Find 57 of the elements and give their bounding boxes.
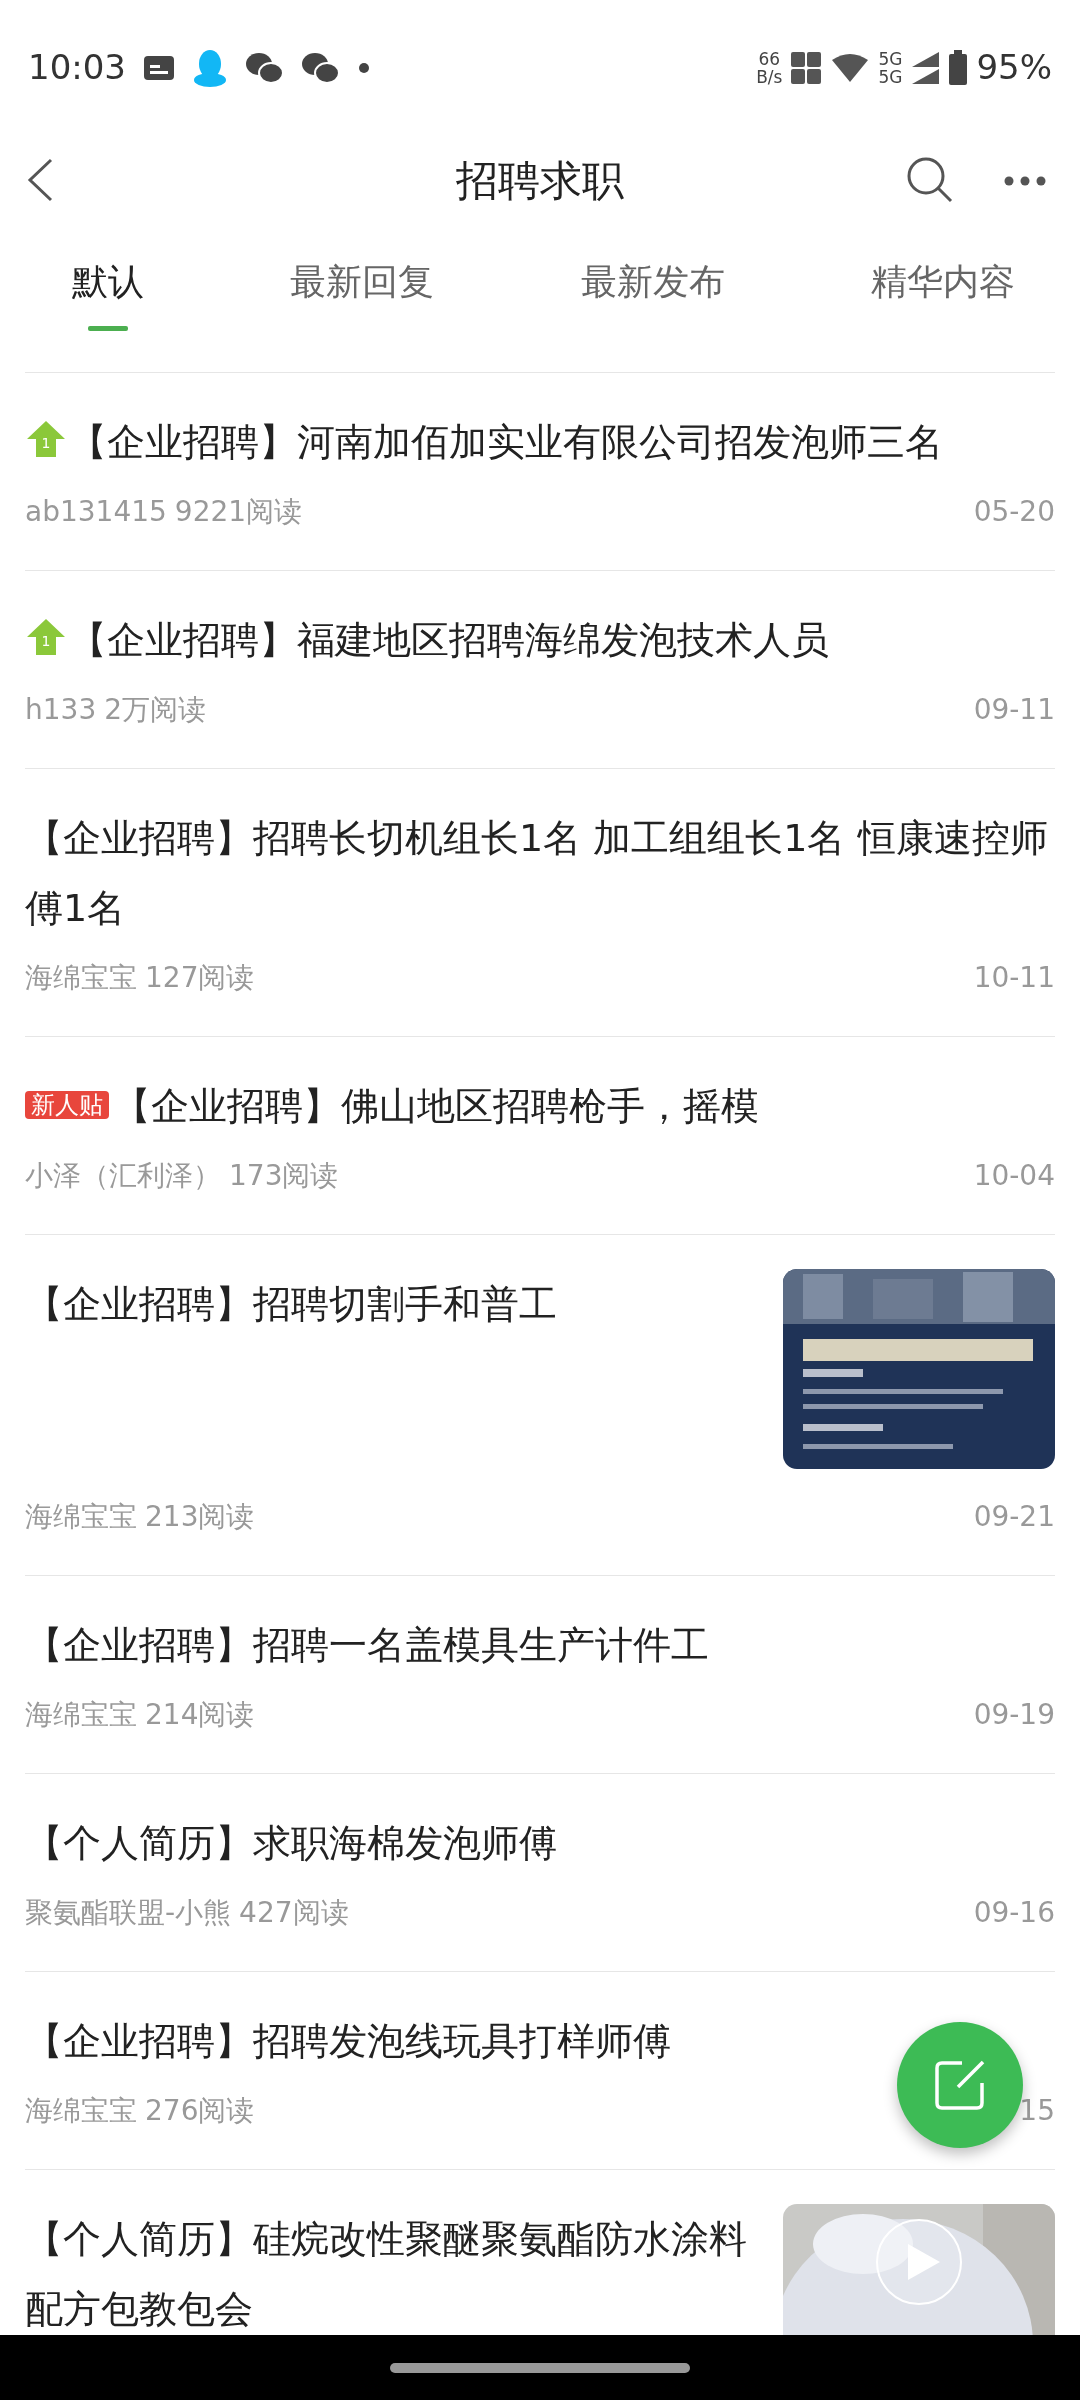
tab[interactable]: 默认 — [72, 255, 144, 331]
read-count: 213阅读 — [145, 1499, 255, 1535]
author-name: 海绵宝宝 — [25, 2093, 137, 2129]
tab[interactable]: 精华内容 — [871, 255, 1015, 331]
new-post-badge: 新人贴 — [25, 1091, 109, 1119]
battery-percent: 95% — [976, 46, 1052, 89]
chat-icon — [300, 50, 340, 85]
clock-time: 10:03 — [28, 46, 126, 89]
author-name: h133 — [25, 692, 97, 728]
read-count: 127阅读 — [145, 960, 255, 996]
post-date: 10-04 — [973, 1158, 1055, 1194]
author-name: 海绵宝宝 — [25, 1499, 137, 1535]
network-type: 5G — [878, 49, 903, 68]
post-date: 09-19 — [973, 1697, 1055, 1733]
page-title: 招聘求职 — [456, 154, 624, 207]
read-count: 173阅读 — [229, 1158, 339, 1194]
post-date: 09-11 — [973, 692, 1055, 728]
penguin-icon — [192, 47, 228, 88]
read-count: 427阅读 — [239, 1895, 349, 1931]
read-count: 2万阅读 — [104, 692, 207, 728]
post-date: 10-11 — [973, 960, 1055, 996]
hd-icon — [790, 50, 823, 85]
pinned-badge: 1 — [25, 617, 67, 657]
battery-icon — [948, 49, 969, 86]
post-title[interactable]: 【个人简历】求职海棉发泡师傅 — [25, 1808, 1055, 1878]
read-count: 214阅读 — [145, 1697, 255, 1733]
network-speed: 66 — [757, 49, 782, 68]
wifi-icon — [830, 51, 871, 84]
tab[interactable]: 最新发布 — [580, 255, 725, 331]
author-name: 海绵宝宝 — [25, 1697, 137, 1733]
network-type: 5G — [878, 67, 903, 86]
post-title[interactable]: $^{新人贴}$ 【企业招聘】佛山地区招聘枪手，摇模 — [25, 1071, 1055, 1141]
post-date: 09-21 — [973, 1499, 1055, 1535]
author-name: ab131415 — [25, 494, 167, 530]
post-title[interactable]: 【个人简历】硅烷改性聚醚聚氨酯防水涂料配方包教包会 — [25, 2204, 759, 2335]
post-title[interactable]: 【企业招聘】招聘发泡线玩具打样师傅 — [25, 2006, 1055, 2076]
post-date: 05-20 — [973, 494, 1055, 530]
signal-icon — [910, 50, 941, 85]
post-title[interactable]: 【企业招聘】招聘切割手和普工 — [25, 1269, 759, 1339]
chat-icon — [244, 50, 284, 85]
tab[interactable]: 最新回复 — [290, 255, 435, 331]
post-title[interactable]: 1 【企业招聘】河南加佰加实业有限公司招发泡师三名 — [25, 407, 1055, 477]
author-name: 海绵宝宝 — [25, 960, 137, 996]
read-count: 9221阅读 — [174, 494, 303, 530]
back-button[interactable] — [25, 157, 55, 203]
author-name: 聚氨酯联盟-小熊 — [25, 1895, 232, 1931]
post-date: 09-16 — [973, 1895, 1055, 1931]
search-button[interactable] — [905, 155, 955, 205]
post-title[interactable]: 【企业招聘】招聘长切机组长1名 加工组组长1名 恒康速控师傅1名 — [25, 803, 1055, 943]
post-title[interactable]: 1 【企业招聘】福建地区招聘海绵发泡技术人员 — [25, 605, 1055, 675]
home-indicator[interactable] — [390, 2362, 690, 2373]
author-name: 小泽（汇利泽） — [25, 1158, 221, 1194]
read-count: 276阅读 — [145, 2093, 255, 2129]
post-title[interactable]: 【企业招聘】招聘一名盖模具生产计件工 — [25, 1610, 1055, 1680]
pinned-badge: 1 — [25, 419, 67, 459]
post-date: 15 — [1019, 2093, 1055, 2129]
speed-unit: B/s — [756, 67, 783, 86]
